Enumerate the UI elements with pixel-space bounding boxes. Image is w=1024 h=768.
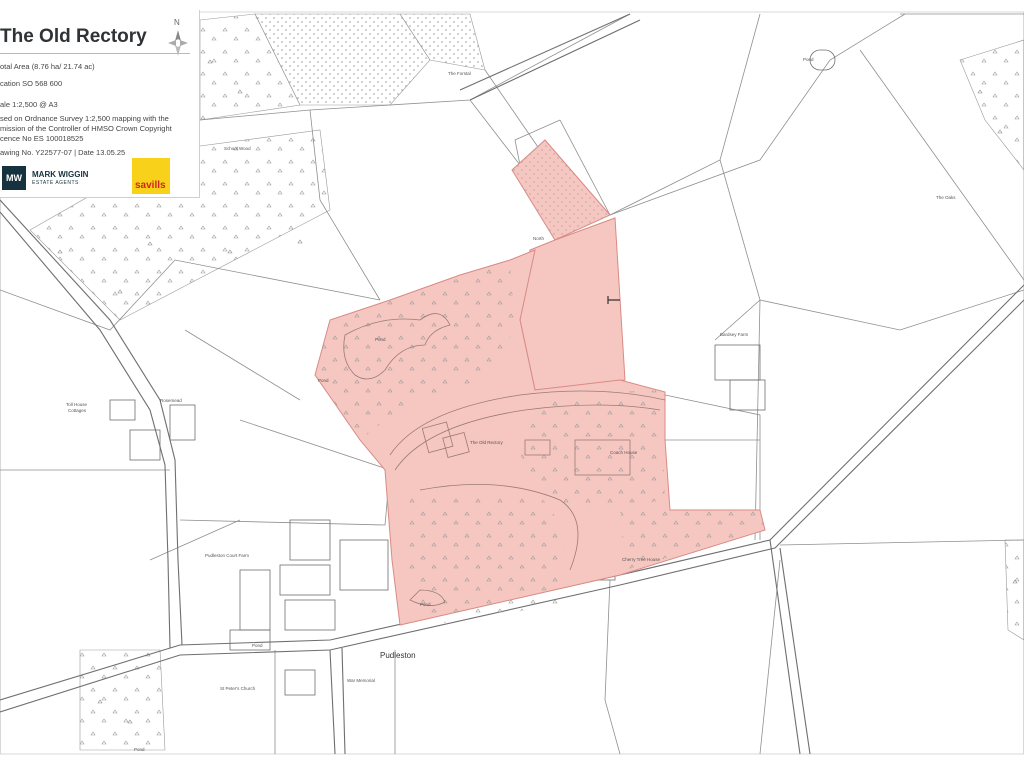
property-boundary: [314, 139, 766, 626]
label-bardsey-farm: Bardsey Farm: [720, 332, 749, 337]
label-pond-village: Pond: [252, 643, 263, 648]
label-pond-south: Pond: [420, 602, 431, 607]
north-arrow: N: [167, 18, 189, 58]
legend-location: cation SO 568 600: [0, 79, 63, 88]
label-coach-house: Coach House: [610, 450, 638, 455]
legend-panel: The Old Rectory N otal Area (8.76 ha/ 21…: [0, 10, 200, 198]
label-pond-west: Pond: [318, 378, 329, 383]
label-pudleston: Pudleston: [380, 651, 416, 660]
north-label: N: [174, 18, 180, 27]
mark-wiggin-name: MARK WIGGIN: [32, 170, 89, 179]
label-pond-lake: Pond: [375, 337, 386, 342]
label-st-peters-church: St Peter's Church: [220, 686, 256, 691]
savills-text: savills: [135, 180, 166, 191]
label-pudleston-court-farm: Pudleston Court Farm: [205, 553, 250, 558]
label-pond-bottom: Pond: [134, 747, 145, 752]
label-toll-house-a: Toll House: [66, 402, 88, 407]
mark-wiggin-logo: MW: [2, 166, 26, 190]
legend-os-line3: cence No ES 100018525: [0, 134, 84, 143]
label-pond-top: Pond: [803, 57, 814, 62]
label-rosemead: Rosemead: [160, 398, 182, 403]
legend-drawing: awing No. Y22577-07 | Date 13.05.25: [0, 148, 126, 157]
legend-scale: ale 1:2,500 @ A3: [0, 100, 58, 109]
label-war-memorial: War Memorial: [347, 678, 375, 683]
label-north-mark: North: [533, 236, 545, 241]
label-cherry-tree-house: Cherry Tree House: [622, 557, 661, 562]
label-the-old-rectory: The Old Rectory: [470, 440, 503, 445]
label-toll-house-b: Cottages: [68, 408, 87, 413]
legend-title: The Old Rectory: [0, 26, 147, 47]
label-the-forstal: The Forstal: [448, 71, 471, 76]
savills-logo: savills: [132, 158, 170, 194]
legend-os-line2: mission of the Controller of HMSO Crown …: [0, 124, 172, 133]
mark-wiggin-sub: ESTATE AGENTS: [32, 180, 79, 186]
label-the-oaks: The Oaks: [936, 195, 956, 200]
legend-divider: [0, 53, 190, 54]
legend-os-line1: sed on Ordnance Survey 1:2,500 mapping w…: [0, 114, 169, 123]
label-school-wood: School Wood: [224, 146, 251, 151]
legend-area: otal Area (8.76 ha/ 21.74 ac): [0, 62, 95, 71]
